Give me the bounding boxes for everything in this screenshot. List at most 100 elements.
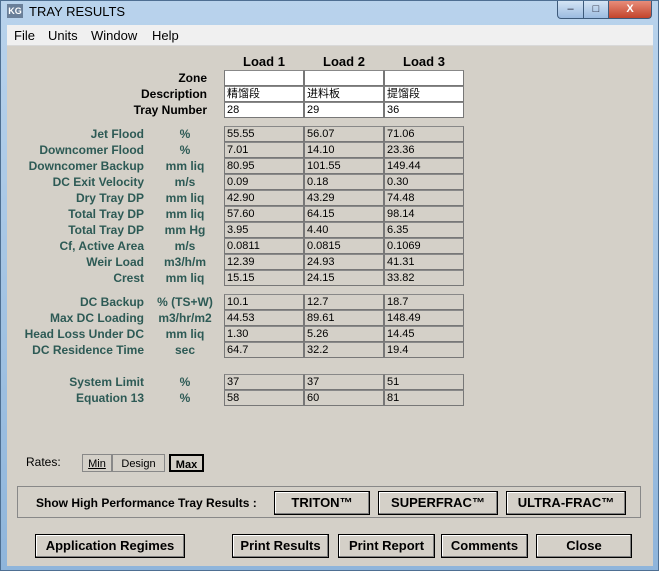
row-unit: mm liq [165, 271, 205, 285]
value-cell: 10.1 [224, 294, 304, 310]
value-cell: 81 [384, 390, 464, 406]
value-cell: 148.49 [384, 310, 464, 326]
rate-max-button[interactable]: Max [169, 454, 204, 472]
value-cell[interactable]: 进料板 [304, 86, 384, 102]
row-label: Dry Tray DP [75, 191, 144, 205]
value-cell: 89.61 [304, 310, 384, 326]
menu-units[interactable]: Units [48, 28, 78, 43]
value-cell: 14.45 [384, 326, 464, 342]
row-unit: m3/hr/m2 [158, 311, 212, 325]
value-cell: 33.82 [384, 270, 464, 286]
value-cell[interactable]: 提馏段 [384, 86, 464, 102]
rate-min-label: Min [88, 458, 106, 470]
value-cell: 0.09 [224, 174, 304, 190]
row-unit: % [179, 143, 191, 157]
close-window-button[interactable]: X [608, 1, 652, 19]
value-cell: 41.31 [384, 254, 464, 270]
triton-button[interactable]: TRITON™ [274, 491, 370, 515]
value-cell[interactable]: 精馏段 [224, 86, 304, 102]
value-cell: 24.93 [304, 254, 384, 270]
value-cell: 4.40 [304, 222, 384, 238]
minimize-button[interactable]: – [557, 1, 584, 19]
value-cell[interactable] [384, 70, 464, 86]
close-button[interactable]: Close [536, 534, 632, 558]
high-performance-label: Show High Performance Tray Results : [36, 496, 257, 510]
value-cell: 6.35 [384, 222, 464, 238]
row-label: Downcomer Backup [28, 159, 144, 173]
value-cell: 32.2 [304, 342, 384, 358]
value-cell: 0.1069 [384, 238, 464, 254]
menu-window[interactable]: Window [91, 28, 137, 43]
value-cell: 42.90 [224, 190, 304, 206]
print-report-button[interactable]: Print Report [338, 534, 435, 558]
value-cell: 0.18 [304, 174, 384, 190]
value-cell: 15.15 [224, 270, 304, 286]
row-unit: % [179, 127, 191, 141]
value-cell: 64.7 [224, 342, 304, 358]
value-cell: 71.06 [384, 126, 464, 142]
window-title: TRAY RESULTS [29, 4, 126, 19]
value-cell: 19.4 [384, 342, 464, 358]
value-cell: 101.55 [304, 158, 384, 174]
column-header-load-1: Load 1 [243, 54, 285, 69]
row-label: System Limit [69, 375, 144, 389]
column-header-load-3: Load 3 [403, 54, 445, 69]
superfrac-button[interactable]: SUPERFRAC™ [378, 491, 498, 515]
row-unit: % [179, 391, 191, 405]
value-cell[interactable] [304, 70, 384, 86]
rates-label: Rates: [26, 455, 61, 469]
high-performance-panel: Show High Performance Tray Results : TRI… [17, 486, 641, 518]
row-unit: m/s [174, 175, 196, 189]
row-label: Tray Number [133, 103, 207, 117]
row-unit: m/s [174, 239, 196, 253]
value-cell: 24.15 [304, 270, 384, 286]
value-cell[interactable]: 36 [384, 102, 464, 118]
value-cell[interactable]: 28 [224, 102, 304, 118]
value-cell[interactable] [224, 70, 304, 86]
value-cell: 149.44 [384, 158, 464, 174]
tray-results-window: KG TRAY RESULTS – □ X File Units Window … [0, 0, 659, 571]
row-unit: mm liq [165, 191, 205, 205]
rate-design-button[interactable]: Design [112, 454, 165, 472]
value-cell: 60 [304, 390, 384, 406]
value-cell: 7.01 [224, 142, 304, 158]
ultra-frac-button[interactable]: ULTRA-FRAC™ [506, 491, 626, 515]
row-label: Weir Load [86, 255, 144, 269]
value-cell: 56.07 [304, 126, 384, 142]
row-unit: mm liq [165, 159, 205, 173]
value-cell: 0.0811 [224, 238, 304, 254]
app-icon: KG [7, 4, 23, 18]
row-label: Jet Flood [90, 127, 144, 141]
print-results-button[interactable]: Print Results [232, 534, 329, 558]
rate-min-button[interactable]: Min [82, 454, 112, 472]
comments-button[interactable]: Comments [441, 534, 528, 558]
menu-help[interactable]: Help [152, 28, 179, 43]
value-cell: 37 [224, 374, 304, 390]
value-cell: 1.30 [224, 326, 304, 342]
row-unit: mm liq [165, 327, 205, 341]
value-cell: 51 [384, 374, 464, 390]
row-label: DC Residence Time [32, 343, 144, 357]
maximize-button[interactable]: □ [583, 1, 609, 19]
value-cell[interactable]: 29 [304, 102, 384, 118]
row-unit: % (TS+W) [157, 295, 213, 309]
results-panel: Load 1 Load 2 Load 3 Zone Description 精馏段进… [7, 46, 653, 566]
value-cell: 3.95 [224, 222, 304, 238]
value-cell: 14.10 [304, 142, 384, 158]
value-cell: 5.26 [304, 326, 384, 342]
row-unit: sec [174, 343, 196, 357]
application-regimes-button[interactable]: Application Regimes [35, 534, 185, 558]
row-unit: mm liq [165, 207, 205, 221]
value-cell: 12.7 [304, 294, 384, 310]
row-unit: % [179, 375, 191, 389]
value-cell: 0.0815 [304, 238, 384, 254]
value-cell: 58 [224, 390, 304, 406]
value-cell: 80.95 [224, 158, 304, 174]
row-label: DC Backup [79, 295, 144, 309]
menu-file[interactable]: File [14, 28, 35, 43]
value-cell: 37 [304, 374, 384, 390]
value-cell: 64.15 [304, 206, 384, 222]
row-label: Downcomer Flood [39, 143, 144, 157]
value-cell: 0.30 [384, 174, 464, 190]
title-bar: KG TRAY RESULTS – □ X [1, 1, 658, 23]
